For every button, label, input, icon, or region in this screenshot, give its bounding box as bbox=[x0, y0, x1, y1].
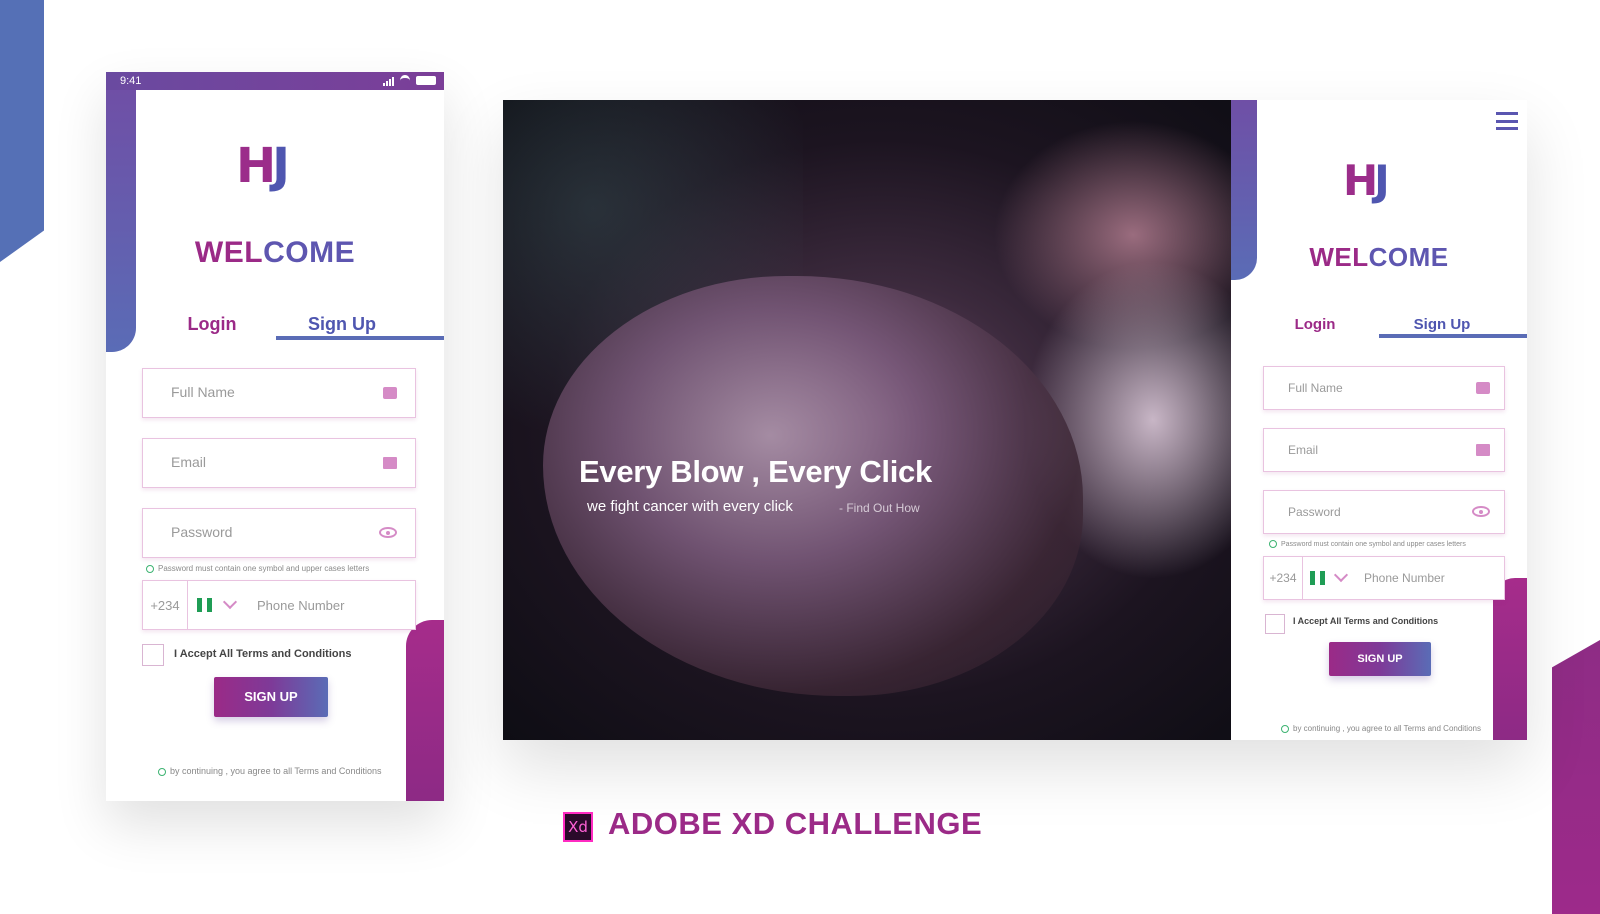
password-hint: Password must contain one symbol and upp… bbox=[1269, 540, 1466, 548]
info-icon bbox=[146, 564, 154, 573]
password-hint-text: Password must contain one symbol and upp… bbox=[158, 564, 370, 573]
email-placeholder: Email bbox=[171, 454, 207, 470]
email-input[interactable]: Email bbox=[142, 438, 416, 488]
info-icon bbox=[158, 767, 166, 776]
chevron-down-icon[interactable] bbox=[222, 594, 238, 610]
country-code[interactable]: +234 bbox=[143, 581, 188, 629]
battery-icon bbox=[416, 76, 436, 85]
mail-icon bbox=[1476, 444, 1490, 456]
signal-icon bbox=[383, 76, 394, 86]
status-time: 9:41 bbox=[120, 75, 142, 87]
decor-strip-left bbox=[106, 90, 136, 352]
logo-letter-h: H bbox=[236, 138, 276, 194]
footer-text: by continuing , you agree to all Terms a… bbox=[170, 766, 382, 776]
eye-icon[interactable] bbox=[379, 527, 397, 538]
nigeria-flag-icon bbox=[1310, 571, 1325, 585]
terms-label: I Accept All Terms and Conditions bbox=[1293, 616, 1439, 626]
password-hint-text: Password must contain one symbol and upp… bbox=[1281, 540, 1466, 548]
desktop-signup-screen: Every Blow , Every Click we fight cancer… bbox=[503, 100, 1527, 740]
welcome-part-1: WEL bbox=[194, 236, 264, 269]
full-name-input[interactable]: Full Name bbox=[142, 368, 416, 418]
calendar-icon bbox=[383, 387, 397, 399]
signup-button[interactable]: SIGN UP bbox=[214, 677, 328, 717]
eye-icon[interactable] bbox=[1472, 506, 1490, 517]
password-placeholder: Password bbox=[1288, 505, 1341, 519]
find-out-how-link[interactable]: - Find Out How bbox=[839, 501, 920, 515]
status-bar: 9:41 bbox=[106, 72, 444, 90]
email-placeholder: Email bbox=[1288, 443, 1319, 457]
logo-letter-h: H bbox=[1343, 156, 1378, 205]
info-icon bbox=[1269, 540, 1277, 548]
welcome-part-2: COME bbox=[263, 236, 356, 269]
decor-shape-bottom-right bbox=[1552, 640, 1600, 914]
email-input[interactable]: Email bbox=[1263, 428, 1505, 472]
wifi-icon bbox=[400, 75, 410, 86]
nigeria-flag-icon bbox=[197, 598, 212, 612]
info-icon bbox=[1281, 724, 1289, 733]
active-tab-indicator bbox=[276, 336, 444, 340]
chevron-down-icon[interactable] bbox=[1333, 567, 1349, 583]
terms-checkbox[interactable] bbox=[142, 644, 164, 666]
phone-number-input[interactable]: +234 Phone Number bbox=[142, 580, 416, 630]
footer-note: by continuing , you agree to all Terms a… bbox=[158, 766, 381, 776]
welcome-part-2: COME bbox=[1368, 242, 1449, 272]
footer-text: by continuing , you agree to all Terms a… bbox=[1293, 724, 1481, 733]
mail-icon bbox=[383, 457, 397, 469]
welcome-part-1: WEL bbox=[1309, 242, 1369, 272]
terms-label: I Accept All Terms and Conditions bbox=[174, 648, 352, 660]
footer-note: by continuing , you agree to all Terms a… bbox=[1281, 724, 1481, 733]
mobile-signup-screen: 9:41 HJ WELCOME Login Sign Up Full Name … bbox=[106, 72, 444, 801]
tab-login[interactable]: Login bbox=[1273, 316, 1357, 333]
welcome-heading: WELCOME bbox=[1231, 242, 1527, 273]
logo-letter-j: J bbox=[1374, 156, 1390, 205]
active-tab-indicator bbox=[1379, 334, 1527, 338]
brand-logo: HJ bbox=[1343, 156, 1390, 205]
phone-placeholder: Phone Number bbox=[257, 598, 345, 613]
decor-strip-right bbox=[1493, 578, 1527, 740]
hero-image: Every Blow , Every Click we fight cancer… bbox=[503, 100, 1283, 740]
signup-button[interactable]: SIGN UP bbox=[1329, 642, 1431, 676]
tab-signup[interactable]: Sign Up bbox=[1383, 316, 1501, 333]
tab-signup[interactable]: Sign Up bbox=[276, 314, 408, 335]
hero-headline: Every Blow , Every Click bbox=[579, 454, 932, 489]
phone-number-input[interactable]: +234 Phone Number bbox=[1263, 556, 1505, 600]
hero-subline: we fight cancer with every click bbox=[587, 498, 793, 515]
calendar-icon bbox=[1476, 382, 1490, 394]
adobe-xd-icon: Xd bbox=[563, 812, 593, 842]
password-input[interactable]: Password bbox=[142, 508, 416, 558]
challenge-caption: ADOBE XD CHALLENGE bbox=[608, 806, 983, 841]
decor-shape-top-left bbox=[0, 0, 44, 262]
menu-icon[interactable] bbox=[1496, 112, 1518, 130]
tab-login[interactable]: Login bbox=[164, 314, 260, 335]
decor-strip-right bbox=[406, 620, 444, 801]
full-name-placeholder: Full Name bbox=[171, 384, 235, 400]
terms-checkbox[interactable] bbox=[1265, 614, 1285, 634]
country-code[interactable]: +234 bbox=[1264, 557, 1303, 599]
password-hint: Password must contain one symbol and upp… bbox=[146, 564, 369, 573]
password-input[interactable]: Password bbox=[1263, 490, 1505, 534]
full-name-placeholder: Full Name bbox=[1288, 381, 1343, 395]
logo-letter-j: J bbox=[272, 138, 290, 194]
phone-placeholder: Phone Number bbox=[1364, 571, 1445, 585]
welcome-heading: WELCOME bbox=[106, 236, 444, 270]
password-placeholder: Password bbox=[171, 524, 233, 540]
status-icons bbox=[383, 75, 436, 86]
full-name-input[interactable]: Full Name bbox=[1263, 366, 1505, 410]
brand-logo: HJ bbox=[236, 138, 290, 194]
